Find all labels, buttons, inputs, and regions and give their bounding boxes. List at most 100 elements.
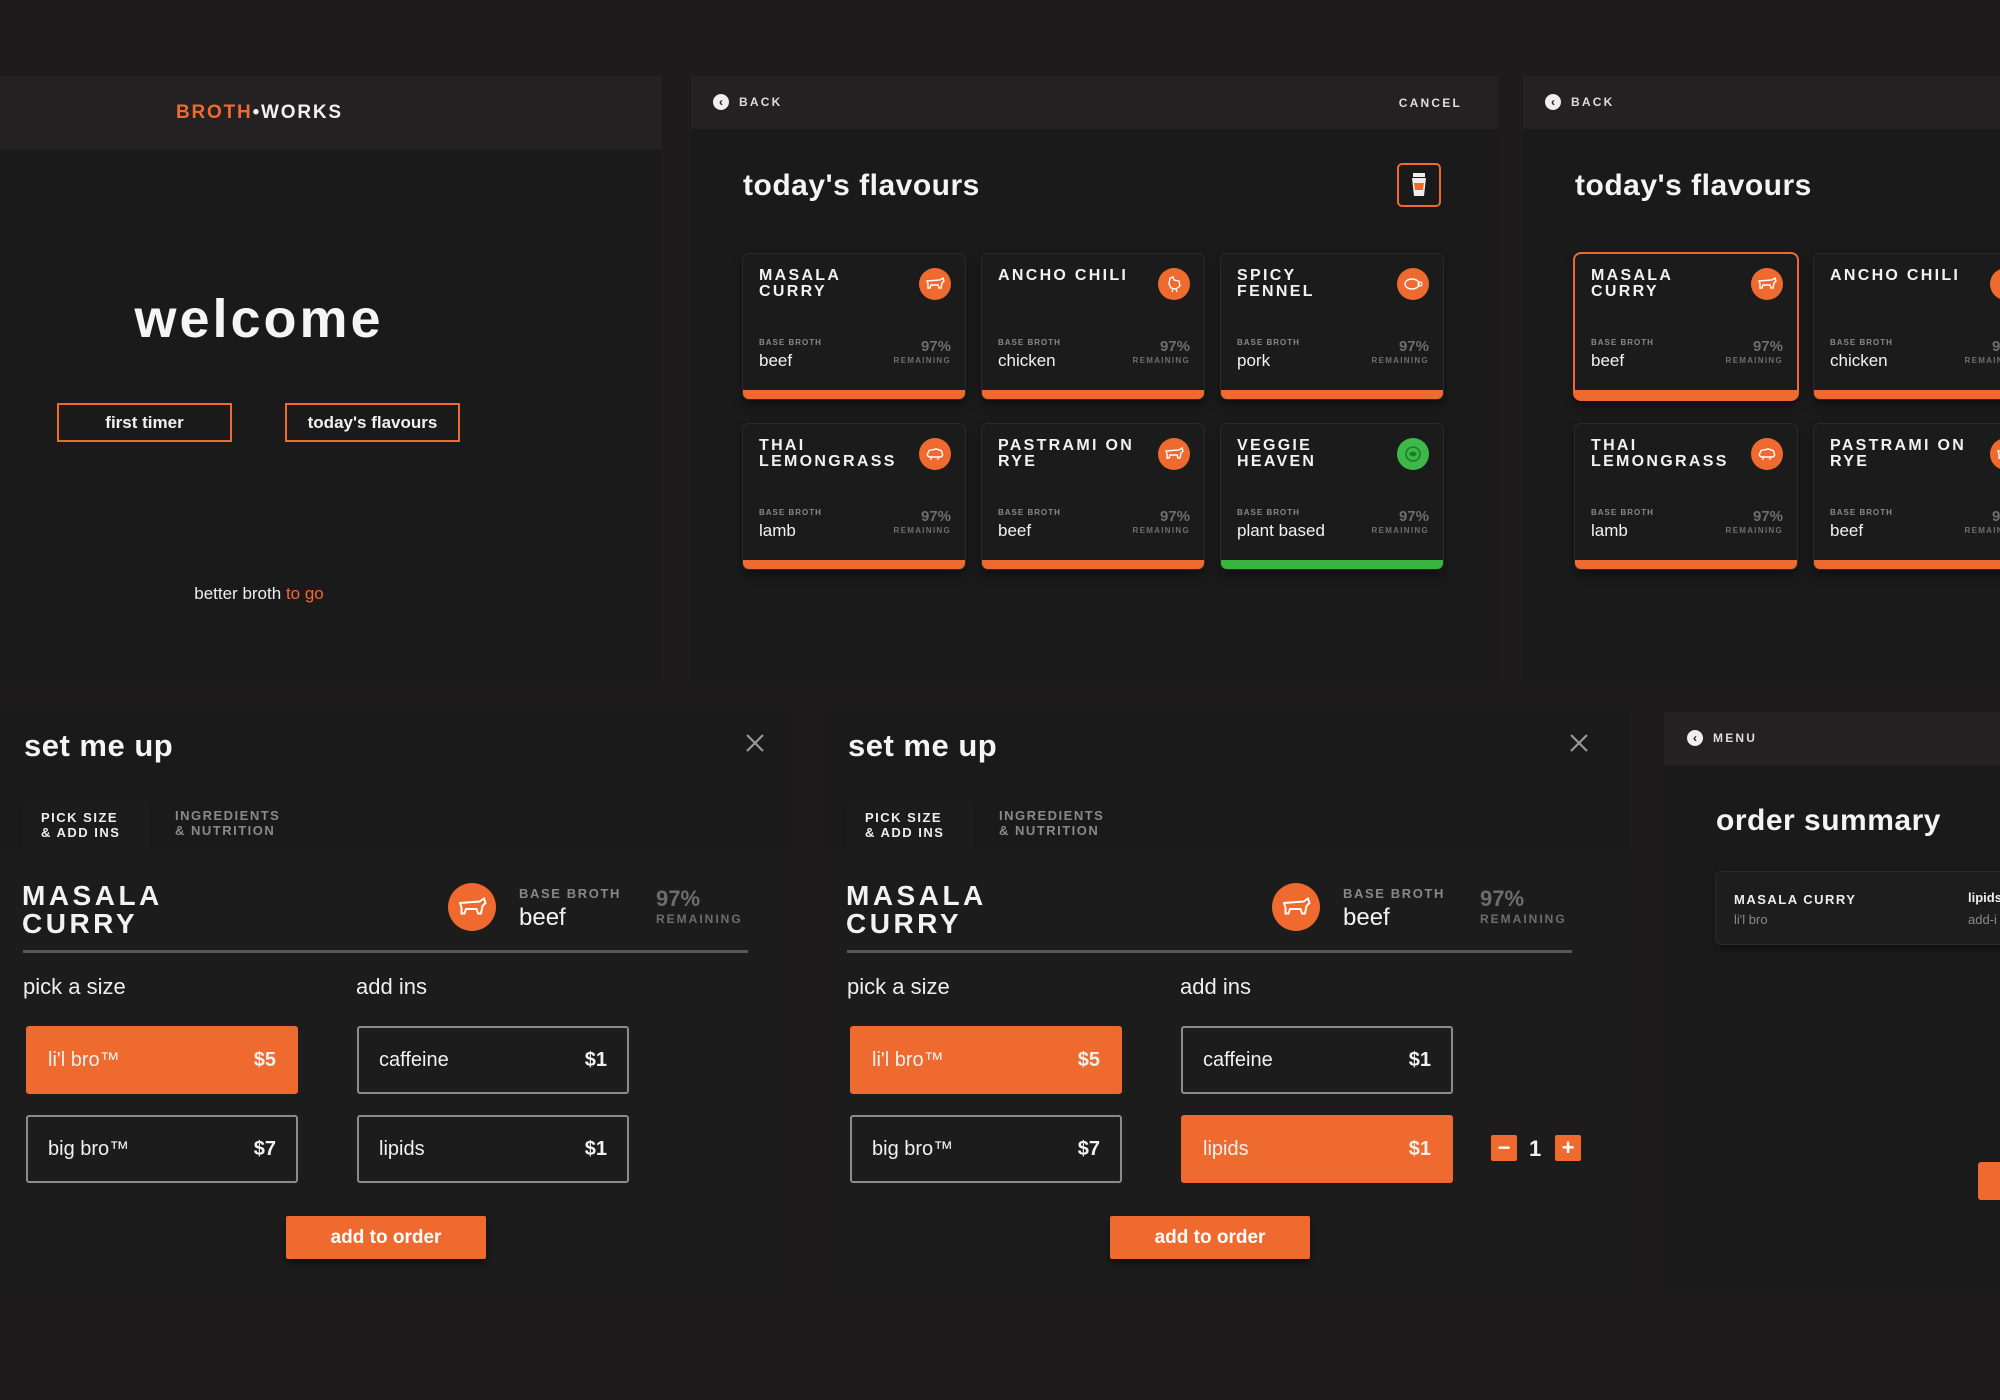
flavour-name: MASALA CURRY <box>759 267 841 300</box>
base-broth-label: BASE BROTH <box>998 508 1061 517</box>
cow-icon <box>1158 438 1190 470</box>
close-button[interactable] <box>1568 732 1590 754</box>
base-broth-value: beef <box>1830 521 1864 540</box>
cup-button[interactable] <box>1397 163 1441 207</box>
close-button[interactable] <box>744 732 766 754</box>
remaining-label: REMAINING <box>1725 526 1783 535</box>
brand-logo-right: WORKS <box>261 102 343 123</box>
base-broth-value: chicken <box>998 351 1056 370</box>
chevron-left-icon: ‹ <box>713 94 729 110</box>
flavour-card[interactable]: PASTRAMI ON RYE BASE BROTH beef 97%REMAININ… <box>982 424 1204 569</box>
remaining-percent: 97% <box>1159 338 1190 355</box>
base-broth-value: beef <box>759 351 793 370</box>
remaining-label: REMAINING <box>1132 356 1190 365</box>
tagline-accent: to go <box>285 584 324 603</box>
flavour-card[interactable]: MASALA CURRY BASE BROTH beef 97% REMAINING <box>743 254 965 399</box>
flavour-card[interactable]: ANCHO CHILI BASE BROTH chicken 97%REMAINING <box>982 254 1204 399</box>
remaining-label: REMAINING <box>893 356 951 365</box>
flavour-name: PASTRAMI ON RYE <box>1830 437 1967 470</box>
order-summary-panel: ‹ MENU order summary MASALA CURRY li'l b… <box>1664 712 2000 1288</box>
remaining-percent: 97% <box>920 338 951 355</box>
base-broth-value: beef <box>998 521 1032 540</box>
base-broth-value: pork <box>1237 351 1271 370</box>
tab-ingredients[interactable]: INGREDIENTS & NUTRITION <box>999 808 1104 838</box>
cancel-button[interactable]: CANCEL <box>1399 96 1462 110</box>
size-big-bro-button[interactable]: big bro™ $7 <box>850 1115 1122 1183</box>
summary-item-size: li'l bro <box>1734 912 1768 927</box>
tab-ingredients[interactable]: INGREDIENTS & NUTRITION <box>175 808 280 838</box>
flavour-name: PASTRAMI ON RYE <box>998 437 1135 470</box>
summary-title: order summary <box>1716 804 1941 837</box>
addin-caffeine-button[interactable]: caffeine $1 <box>1181 1026 1453 1094</box>
addin-lipids-button[interactable]: lipids $1 <box>1181 1115 1453 1183</box>
menu-label: MENU <box>1713 731 1758 745</box>
cow-icon <box>1272 883 1320 931</box>
back-button[interactable]: ‹ BACK <box>1545 94 1614 110</box>
flavour-name: SPICY FENNEL <box>1237 267 1315 300</box>
tab-ingredients-line1: INGREDIENTS <box>175 808 281 823</box>
back-button[interactable]: ‹ BACK <box>713 94 782 110</box>
flavour-title-line2: CURRY <box>22 908 139 939</box>
flavour-card[interactable]: MASALA CURRY BASE BROTH beef 97% REMAINING <box>1575 254 1797 399</box>
flavours-title: today's flavours <box>743 169 980 202</box>
pick-size-heading: pick a size <box>847 974 950 999</box>
size-label: li'l bro™ <box>48 1048 120 1071</box>
size-label: li'l bro™ <box>872 1048 944 1071</box>
flavour-card[interactable]: THAI LEMONGRASS BASE BROTH lamb 97% REMAININ… <box>1575 424 1797 569</box>
close-icon <box>746 734 764 752</box>
setup-panel: set me up PICK SIZE & ADD INS INGREDIENTS & … <box>0 712 792 1288</box>
addin-caffeine-button[interactable]: caffeine $1 <box>357 1026 629 1094</box>
cow-icon <box>448 883 496 931</box>
flavour-card[interactable]: PASTRAMI ON RYE BASE BROTH beef 97%REMAININ… <box>1814 424 2000 569</box>
flavour-name: ANCHO CHILI <box>998 267 1129 284</box>
base-broth-label: BASE BROTH <box>1830 508 1893 517</box>
add-to-order-button[interactable]: add to order <box>286 1216 486 1259</box>
size-big-bro-button[interactable]: big bro™ $7 <box>26 1115 298 1183</box>
flavour-card[interactable]: SPICY FENNEL BASE BROTH pork 97% REMAINING <box>1221 254 1443 399</box>
tagline-main: better broth <box>194 584 282 603</box>
remaining-percent: 97% <box>1398 338 1429 355</box>
remaining-label: REMAINING <box>656 912 743 926</box>
addin-label: lipids <box>1203 1137 1249 1160</box>
close-icon <box>1570 734 1588 752</box>
addin-lipids-button[interactable]: lipids $1 <box>357 1115 629 1183</box>
flavour-name: THAI LEMONGRASS <box>1591 437 1729 470</box>
todays-flavours-button[interactable]: today's flavours <box>285 403 460 442</box>
addin-label: caffeine <box>379 1048 449 1071</box>
base-broth-label: BASE BROTH <box>759 338 822 347</box>
menu-back-button[interactable]: ‹ MENU <box>1687 730 1757 746</box>
decrement-button[interactable]: − <box>1491 1135 1517 1161</box>
checkout-button[interactable] <box>1978 1162 2000 1200</box>
add-ins-heading: add ins <box>1180 974 1251 999</box>
chevron-left-icon: ‹ <box>1687 730 1703 746</box>
flavours-panel: ‹ BACK CANCEL today's flavours MASALA CU… <box>691 76 1498 680</box>
tab-ingredients-line2: & NUTRITION <box>999 823 1100 838</box>
setup-panel-with-addin: set me up PICK SIZE & ADD INS INGREDIENTS & … <box>824 712 1630 1288</box>
size-lil-bro-button[interactable]: li'l bro™ $5 <box>850 1026 1122 1094</box>
remaining-label: REMAINING <box>893 526 951 535</box>
leaf-icon <box>1397 438 1429 470</box>
flavour-card[interactable]: THAI LEMONGRASS BASE BROTH lamb 97% REMAININ… <box>743 424 965 569</box>
back-label: BACK <box>739 95 783 109</box>
flavour-name: VEGGIE HEAVEN <box>1237 437 1317 470</box>
addin-price: $1 <box>1408 1048 1431 1071</box>
flavour-card[interactable]: VEGGIE HEAVEN BASE BROTH plant based 97% REM… <box>1221 424 1443 569</box>
flavour-title-line1: MASALA <box>846 880 987 911</box>
remaining-percent: 97% <box>656 886 701 911</box>
add-to-order-button[interactable]: add to order <box>1110 1216 1310 1259</box>
tab-ingredients-line2: & NUTRITION <box>175 823 276 838</box>
increment-button[interactable]: + <box>1555 1135 1581 1161</box>
base-broth-value: beef <box>519 904 566 931</box>
first-timer-button[interactable]: first timer <box>57 403 232 442</box>
tab-pick-size-line2: & ADD INS <box>865 825 945 840</box>
flavour-card[interactable]: ANCHO CHILI BASE BROTH chicken 97%REMAINING <box>1814 254 2000 399</box>
remaining-percent: 97% <box>1752 508 1783 525</box>
summary-item[interactable]: MASALA CURRY li'l bro lipids add-i <box>1716 872 2000 944</box>
base-broth-label: BASE BROTH <box>1591 508 1654 517</box>
chevron-left-icon: ‹ <box>1545 94 1561 110</box>
size-lil-bro-button[interactable]: li'l bro™ $5 <box>26 1026 298 1094</box>
divider <box>23 950 748 953</box>
size-price: $7 <box>1077 1137 1100 1160</box>
chicken-icon <box>1158 268 1190 300</box>
base-broth-value: beef <box>1343 904 1390 931</box>
